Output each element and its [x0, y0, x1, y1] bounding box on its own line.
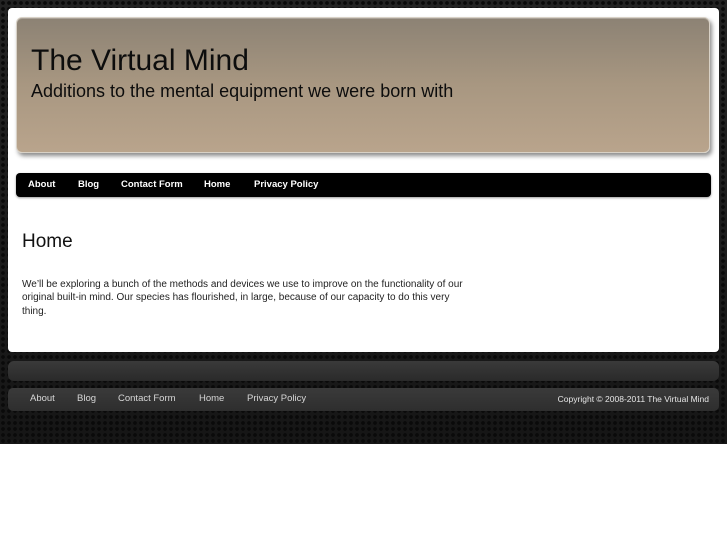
nav-item-contact-form[interactable]: Contact Form — [121, 173, 183, 197]
nav-item-privacy-policy[interactable]: Privacy Policy — [254, 173, 318, 197]
footer-nav: About Blog Contact Form Home Privacy Pol… — [8, 388, 719, 411]
nav-item-home[interactable]: Home — [204, 173, 230, 197]
copyright-text: Copyright © 2008-2011 The Virtual Mind — [557, 394, 709, 404]
footer-nav-item-privacy-policy[interactable]: Privacy Policy — [247, 388, 306, 411]
site-tagline: Additions to the mental equipment we wer… — [31, 81, 454, 101]
page-container: The Virtual Mind Additions to the mental… — [8, 8, 719, 352]
nav-item-blog[interactable]: Blog — [78, 173, 99, 197]
site-title[interactable]: The Virtual Mind — [31, 44, 249, 78]
footer-nav-item-blog[interactable]: Blog — [77, 388, 96, 411]
footer-nav-item-contact-form[interactable]: Contact Form — [118, 388, 176, 411]
main-nav: About Blog Contact Form Home Privacy Pol… — [16, 173, 711, 197]
footer-nav-item-home[interactable]: Home — [199, 388, 224, 411]
page-body-text: We’ll be exploring a bunch of the method… — [22, 279, 463, 317]
nav-item-about[interactable]: About — [28, 173, 55, 197]
footer-widget-bar — [8, 361, 719, 381]
site-header: The Virtual Mind Additions to the mental… — [16, 17, 710, 153]
page-title: Home — [22, 231, 73, 252]
footer-nav-item-about[interactable]: About — [30, 388, 55, 411]
